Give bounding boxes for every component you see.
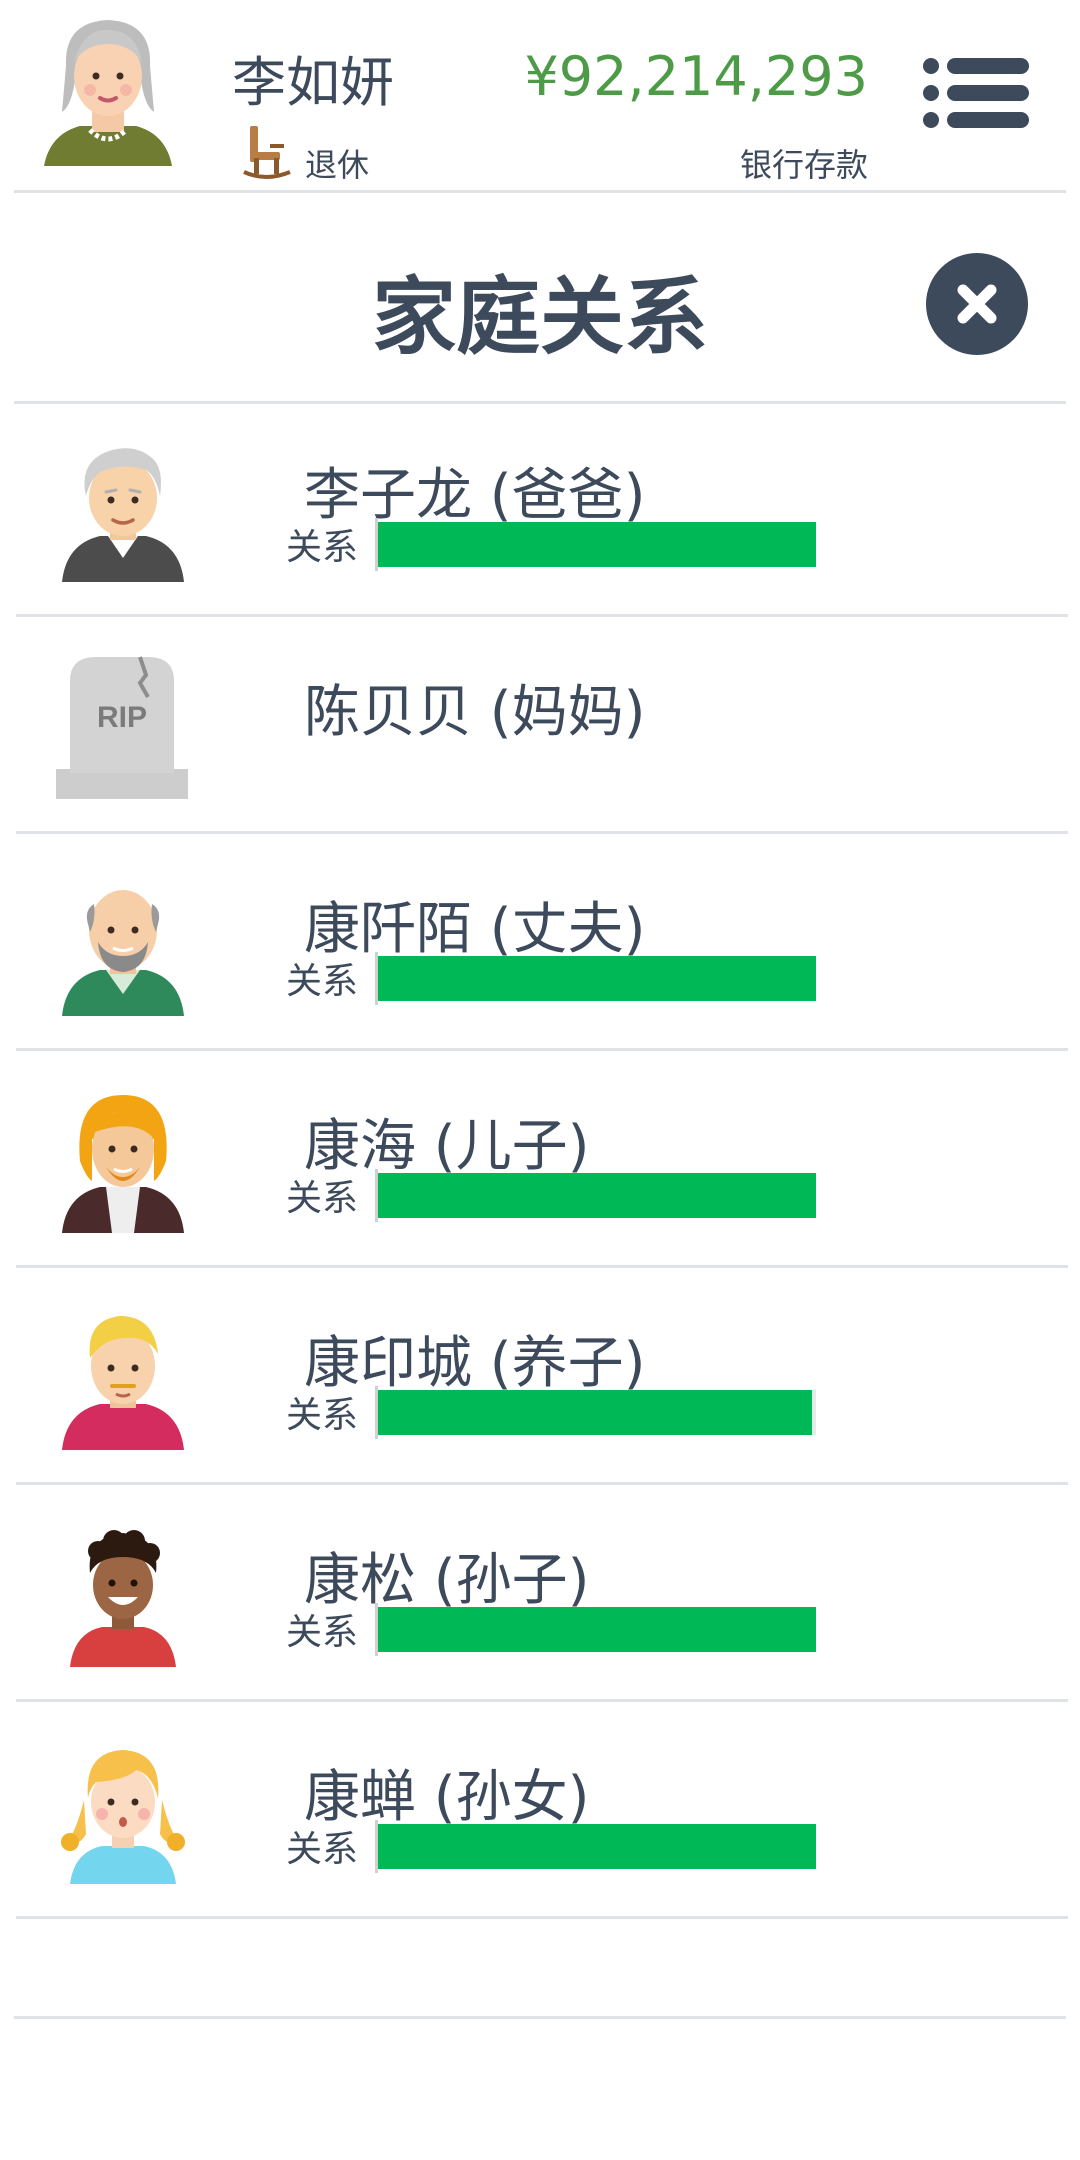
row-divider <box>14 2016 1066 2019</box>
relationship-label: 关系 <box>286 1829 359 1870</box>
player-name: 李如妍 <box>232 51 394 114</box>
family-member-row[interactable]: RIP 陈贝贝 (妈妈) <box>0 617 1080 834</box>
relationship-label: 关系 <box>286 961 359 1002</box>
bank-balance: ¥92,214,293 <box>524 45 868 108</box>
rocking-chair-icon <box>242 122 292 184</box>
blond-bearded-man-avatar-icon <box>56 1087 190 1237</box>
relationship-bar-fill <box>378 1607 816 1652</box>
relationship-bar <box>375 1820 816 1873</box>
elderly-woman-avatar-icon[interactable] <box>44 14 172 176</box>
relationship-bar-fill <box>378 956 816 1001</box>
relationship-bar <box>375 1603 816 1656</box>
relationship-bar-fill <box>378 522 816 567</box>
blond-young-man-avatar-icon <box>56 1304 190 1454</box>
header-divider <box>14 190 1066 193</box>
close-icon <box>957 284 997 324</box>
relationship-bar-fill <box>378 1824 816 1869</box>
family-member-row-partial <box>0 1919 1080 2019</box>
relationship-label: 关系 <box>286 1178 359 1219</box>
relationship-label: 关系 <box>286 1612 359 1653</box>
relationship-bar-fill <box>378 1173 816 1218</box>
family-member-name: 陈贝贝 (妈妈) <box>304 680 646 745</box>
family-member-row[interactable]: 康蝉 (孙女) 关系 <box>0 1702 1080 1919</box>
relationship-label: 关系 <box>286 1395 359 1436</box>
elderly-man-avatar-icon <box>56 436 190 586</box>
family-member-row[interactable]: 康海 (儿子) 关系 <box>0 1051 1080 1268</box>
family-list: 李子龙 (爸爸) 关系 RIP 陈贝贝 (妈妈) 康阡陌 (丈夫) 关系 康海 … <box>0 400 1080 2019</box>
family-member-row[interactable]: 康印城 (养子) 关系 <box>0 1268 1080 1485</box>
bank-label: 银行存款 <box>739 146 868 184</box>
top-header: 李如妍 退休 ¥92,214,293 银行存款 <box>0 0 1080 191</box>
tombstone-text: RIP <box>97 701 147 734</box>
curly-haired-boy-avatar-icon <box>56 1521 190 1671</box>
status-label: 退休 <box>305 146 370 184</box>
menu-button[interactable] <box>918 48 1030 138</box>
blonde-girl-avatar-icon <box>56 1738 190 1888</box>
page-title: 家庭关系 <box>371 268 708 366</box>
rip-tombstone-icon: RIP <box>56 653 188 803</box>
relationship-bar-fill <box>378 1390 812 1435</box>
family-member-row[interactable]: 李子龙 (爸爸) 关系 <box>0 400 1080 617</box>
bald-bearded-man-avatar-icon <box>56 870 190 1020</box>
relationship-bar <box>375 952 816 1005</box>
relationship-bar <box>375 1169 816 1222</box>
relationship-bar <box>375 518 816 571</box>
relationship-label: 关系 <box>286 527 359 568</box>
family-member-row[interactable]: 康松 (孙子) 关系 <box>0 1485 1080 1702</box>
hamburger-menu-icon <box>923 58 1029 128</box>
relationship-bar <box>375 1386 816 1439</box>
family-member-row[interactable]: 康阡陌 (丈夫) 关系 <box>0 834 1080 1051</box>
close-button[interactable] <box>926 253 1028 355</box>
